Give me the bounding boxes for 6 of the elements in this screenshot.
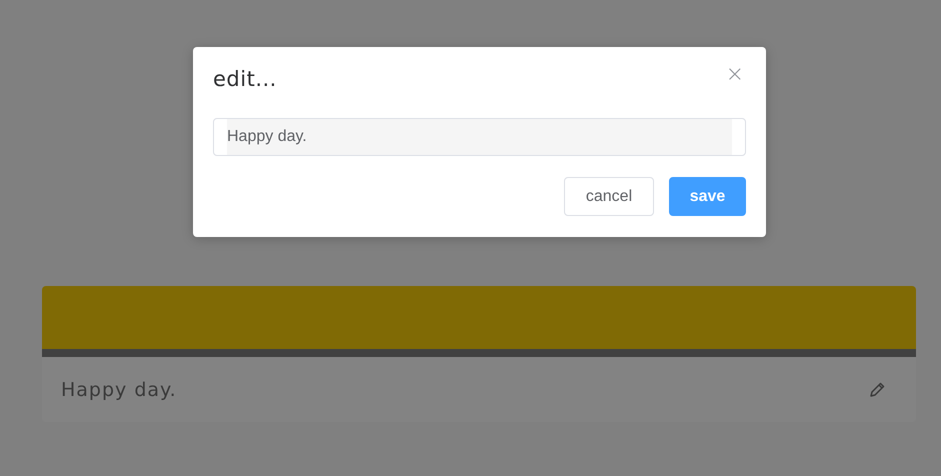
- cancel-button[interactable]: cancel: [564, 177, 654, 216]
- dialog-title: edit...: [213, 67, 277, 91]
- pencil-icon[interactable]: [868, 380, 886, 398]
- card-text: Happy day.: [61, 378, 177, 400]
- close-button[interactable]: ×: [726, 65, 744, 85]
- input-field[interactable]: Happy day.: [213, 118, 746, 156]
